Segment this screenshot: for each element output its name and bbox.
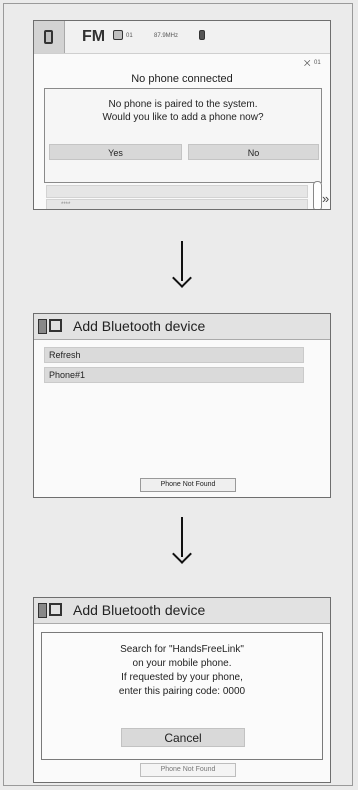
scrollbar[interactable] (313, 181, 322, 209)
search-dialog: Search for "HandsFreeLink" on your mobil… (41, 632, 323, 760)
back-icon[interactable] (49, 603, 62, 616)
down-arrow-icon (168, 517, 196, 565)
phone-icon (38, 319, 47, 334)
instruction-frame: FM 01 87.9MHz ⨉ 01 No phone connected No… (3, 3, 353, 786)
band-label: FM (82, 28, 106, 45)
search-message: Search for "HandsFreeLink" on your mobil… (42, 643, 322, 699)
dialog-line-1: No phone is paired to the system. (108, 99, 258, 110)
preset-icon (113, 30, 123, 40)
screen-title: Add Bluetooth device (73, 602, 206, 618)
message-line-3: If requested by your phone, (121, 672, 243, 683)
title-bar: Add Bluetooth device (34, 598, 330, 624)
yes-button[interactable]: Yes (49, 144, 182, 160)
screen-title: Add Bluetooth device (73, 318, 206, 334)
no-button[interactable]: No (188, 144, 319, 160)
status-text: No phone connected (131, 73, 233, 85)
mute-icon: ⨉ (304, 59, 311, 68)
pair-dialog: No phone is paired to the system. Would … (44, 88, 322, 183)
phone-icon (44, 30, 53, 44)
back-icon[interactable] (49, 319, 62, 332)
arrow-head (172, 544, 192, 564)
dialog-line-2: Would you like to add a phone now? (102, 112, 264, 123)
down-arrow-icon (168, 241, 196, 289)
chevron-down-icon[interactable]: » (322, 191, 329, 206)
phone-not-found-button[interactable]: Phone Not Found (140, 478, 236, 492)
corner-tag: 01 (314, 60, 321, 66)
message-line-2: on your mobile phone. (132, 658, 232, 669)
dim-list-label: **** (61, 202, 71, 208)
battery-icon (199, 30, 205, 40)
title-bar: Add Bluetooth device (34, 314, 330, 340)
message-line-1: Search for "HandsFreeLink" (120, 644, 244, 655)
add-device-screen: Add Bluetooth device Refresh Phone#1 Pho… (33, 313, 331, 498)
phone-tab[interactable] (34, 21, 65, 53)
frequency-label: 87.9MHz (154, 33, 179, 39)
cancel-button[interactable]: Cancel (121, 728, 245, 747)
searching-screen: Add Bluetooth device Search for "HandsFr… (33, 597, 331, 783)
list-item[interactable]: **** (46, 199, 308, 209)
message-line-4: enter this pairing code: 0000 (118, 686, 246, 697)
refresh-item[interactable]: Refresh (44, 347, 304, 363)
device-item[interactable]: Phone#1 (44, 367, 304, 383)
station-tag: 01 (126, 33, 133, 39)
phone-not-found-button: Phone Not Found (140, 763, 236, 777)
dialog-message: No phone is paired to the system. Would … (45, 98, 321, 124)
audio-screen: FM 01 87.9MHz ⨉ 01 No phone connected No… (33, 20, 331, 210)
phone-icon (38, 603, 47, 618)
audio-top-bar: FM 01 87.9MHz (34, 21, 330, 54)
arrow-head (172, 268, 192, 288)
list-item[interactable] (46, 185, 308, 198)
